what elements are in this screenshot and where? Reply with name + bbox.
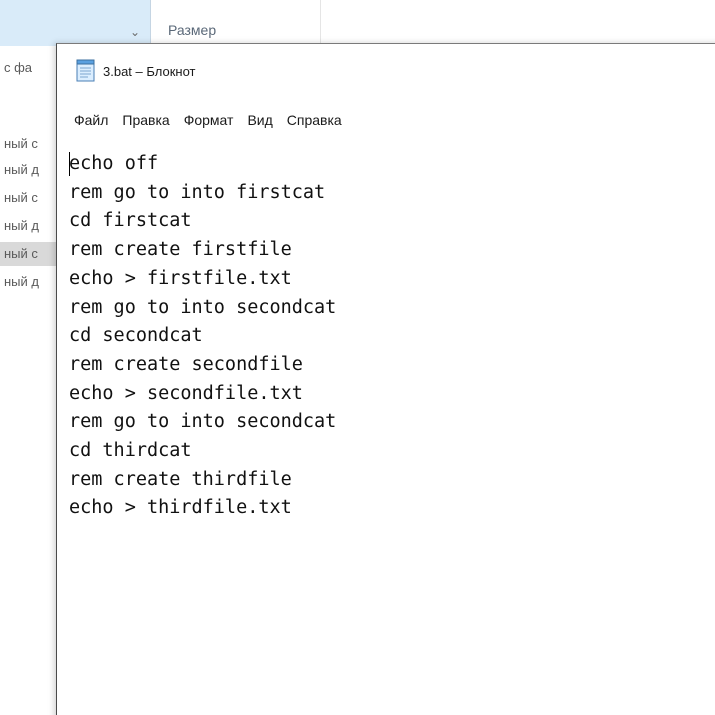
explorer-row[interactable]: ный с <box>0 132 64 156</box>
explorer-row[interactable]: ный с <box>0 186 64 210</box>
explorer-row-text: ный д <box>4 274 39 289</box>
menu-help[interactable]: Справка <box>287 112 342 128</box>
text-editor-area[interactable]: echo off rem go to into firstcat cd firs… <box>57 146 715 715</box>
screen: ⌄ Размер с фа ный с ный д ный с ный д ны… <box>0 0 715 715</box>
explorer-row[interactable]: ный д <box>0 270 64 294</box>
menu-bar: Файл Правка Формат Вид Справка <box>57 106 715 134</box>
window-title: 3.bat – Блокнот <box>103 64 196 79</box>
explorer-column-header: ⌄ Размер <box>0 0 715 46</box>
column-divider[interactable] <box>320 0 321 46</box>
explorer-row-text: ный с <box>4 246 38 261</box>
explorer-row-text: ный д <box>4 162 39 177</box>
explorer-row-selected[interactable]: ный с <box>0 242 64 266</box>
column-header-name[interactable]: ⌄ <box>0 0 151 46</box>
explorer-row-text: ный с <box>4 190 38 205</box>
notepad-window: 3.bat – Блокнот Файл Правка Формат Вид С… <box>56 43 715 715</box>
text-caret <box>69 152 70 176</box>
explorer-row-text: ный д <box>4 218 39 233</box>
title-bar[interactable]: 3.bat – Блокнот <box>57 44 715 102</box>
menu-file[interactable]: Файл <box>74 112 108 128</box>
explorer-row[interactable]: ный д <box>0 158 64 182</box>
explorer-row-label: с фа <box>4 60 33 75</box>
explorer-row-text: ный с <box>4 136 38 151</box>
menu-format[interactable]: Формат <box>184 112 234 128</box>
chevron-down-icon[interactable]: ⌄ <box>130 24 146 40</box>
menu-edit[interactable]: Правка <box>122 112 169 128</box>
menu-view[interactable]: Вид <box>247 112 272 128</box>
notepad-icon <box>75 58 97 82</box>
explorer-row[interactable]: ный д <box>0 214 64 238</box>
column-header-size[interactable]: Размер <box>168 22 216 38</box>
editor-content[interactable]: echo off rem go to into firstcat cd firs… <box>69 150 336 523</box>
